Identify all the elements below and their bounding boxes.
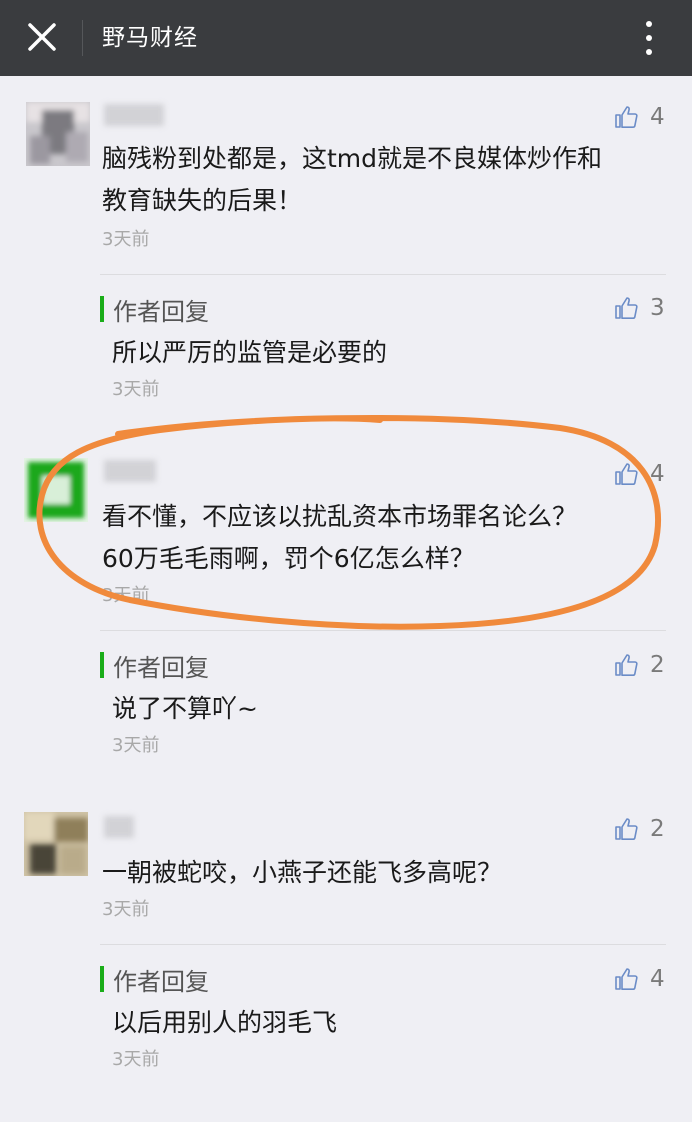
like-count: 2 — [650, 652, 665, 678]
comment-text: 脑残粉到处都是，这tmd就是不良媒体炒作和 教育缺失的后果！ — [102, 144, 603, 215]
header-divider — [82, 20, 83, 56]
thumbs-up-icon — [615, 106, 638, 128]
reply-text: 所以严厉的监管是必要的 — [112, 338, 388, 367]
like-button[interactable]: 2 — [614, 650, 665, 680]
author-reply-header: 作者回复 — [100, 962, 209, 996]
author-reply-header: 作者回复 — [100, 648, 209, 682]
like-count: 4 — [650, 104, 665, 130]
username-blurred — [104, 460, 156, 482]
divider — [100, 274, 666, 275]
author-reply-header: 作者回复 — [100, 292, 209, 326]
thumbs-up-icon — [615, 297, 638, 319]
thumbs-up-icon — [615, 968, 638, 990]
like-count: 4 — [650, 966, 665, 992]
like-button[interactable]: 4 — [614, 964, 665, 994]
author-reply-label: 作者回复 — [113, 967, 209, 996]
comment-time: 3天前 — [102, 229, 150, 250]
reply-accent-bar — [100, 652, 104, 678]
more-button[interactable] — [634, 16, 664, 60]
like-button[interactable]: 4 — [614, 102, 665, 132]
thumbs-up-icon — [615, 654, 638, 676]
username-blurred — [104, 104, 164, 126]
reply-time: 3天前 — [112, 379, 160, 400]
like-button[interactable]: 4 — [614, 459, 665, 489]
username-blurred — [104, 816, 134, 838]
author-reply-label: 作者回复 — [113, 297, 209, 326]
author-reply-label: 作者回复 — [113, 653, 209, 682]
reply-time: 3天前 — [112, 735, 160, 756]
like-count: 4 — [650, 461, 665, 487]
avatar[interactable] — [24, 812, 88, 876]
like-count: 3 — [650, 295, 665, 321]
divider — [100, 630, 666, 631]
comment-time: 3天前 — [102, 899, 150, 920]
avatar[interactable] — [24, 458, 88, 522]
close-icon — [28, 23, 56, 51]
reply-time: 3天前 — [112, 1049, 160, 1070]
more-vertical-icon — [646, 21, 652, 27]
comment-text: 看不懂，不应该以扰乱资本市场罪名论么？ 60万毛毛雨啊，罚个6亿怎么样？ — [102, 502, 578, 573]
avatar[interactable] — [26, 102, 90, 166]
like-count: 2 — [650, 816, 665, 842]
reply-text: 说了不算吖~ — [112, 694, 258, 723]
close-button[interactable] — [22, 17, 62, 57]
like-button[interactable]: 2 — [614, 814, 665, 844]
reply-accent-bar — [100, 296, 104, 322]
comment-time: 3天前 — [102, 585, 150, 606]
divider — [100, 944, 666, 945]
thumbs-up-icon — [615, 463, 638, 485]
top-bar: 野马财经 — [0, 0, 692, 76]
reply-text: 以后用别人的羽毛飞 — [112, 1008, 338, 1037]
reply-accent-bar — [100, 966, 104, 992]
page-title: 野马财经 — [102, 25, 198, 51]
thumbs-up-icon — [615, 818, 638, 840]
like-button[interactable]: 3 — [614, 293, 665, 323]
comment-text: 一朝被蛇咬，小燕子还能飞多高呢？ — [102, 858, 503, 887]
